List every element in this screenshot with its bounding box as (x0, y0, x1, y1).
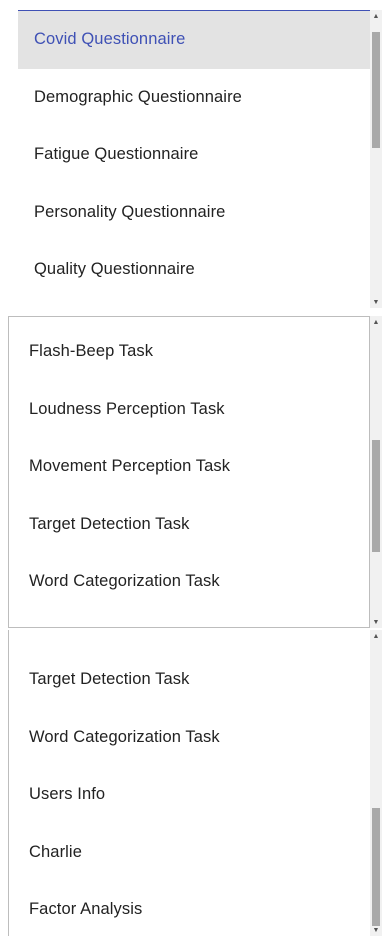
questionnaire-dropdown-list: Covid Questionnaire Demographic Question… (18, 0, 370, 308)
scrollbar-thumb[interactable] (372, 32, 380, 148)
option-demographic-questionnaire[interactable]: Demographic Questionnaire (18, 69, 370, 127)
scrollbar-thumb[interactable] (372, 440, 380, 552)
option-target-detection-task[interactable]: Target Detection Task (9, 651, 370, 709)
option-movement-perception-task[interactable]: Movement Perception Task (9, 438, 369, 496)
option-fatigue-questionnaire[interactable]: Fatigue Questionnaire (18, 126, 370, 184)
option-personality-questionnaire[interactable]: Personality Questionnaire (18, 184, 370, 242)
task-dropdown-list: Flash-Beep Task Loudness Perception Task… (8, 316, 370, 628)
scrollbar-thumb[interactable] (372, 808, 380, 926)
option-loudness-perception-task[interactable]: Loudness Perception Task (9, 381, 369, 439)
option-flash-beep-task[interactable]: Flash-Beep Task (9, 323, 369, 381)
module-dropdown-list: Target Detection Task Word Categorizatio… (8, 630, 370, 936)
option-target-detection-task[interactable]: Target Detection Task (9, 496, 369, 554)
scroll-down-arrow-icon[interactable]: ▼ (370, 924, 382, 936)
scroll-up-arrow-icon[interactable]: ▲ (370, 630, 382, 642)
option-quality-questionnaire[interactable]: Quality Questionnaire (18, 241, 370, 299)
scroll-down-arrow-icon[interactable]: ▼ (370, 616, 382, 628)
option-users-info[interactable]: Users Info (9, 766, 370, 824)
dropdown-3-scrollbar[interactable]: ▲ ▼ (370, 630, 382, 936)
dropdown-2-scrollbar[interactable]: ▲ ▼ (370, 316, 382, 628)
option-covid-questionnaire[interactable]: Covid Questionnaire (18, 11, 370, 69)
scroll-up-arrow-icon[interactable]: ▲ (370, 316, 382, 328)
option-word-categorization-task[interactable]: Word Categorization Task (9, 709, 370, 767)
option-charlie[interactable]: Charlie (9, 824, 370, 882)
scroll-down-arrow-icon[interactable]: ▼ (370, 296, 382, 308)
scroll-up-arrow-icon[interactable]: ▲ (370, 10, 382, 22)
option-word-categorization-task[interactable]: Word Categorization Task (9, 553, 369, 611)
option-factor-analysis[interactable]: Factor Analysis (9, 881, 370, 936)
dropdown-1-scrollbar[interactable]: ▲ ▼ (370, 10, 382, 308)
